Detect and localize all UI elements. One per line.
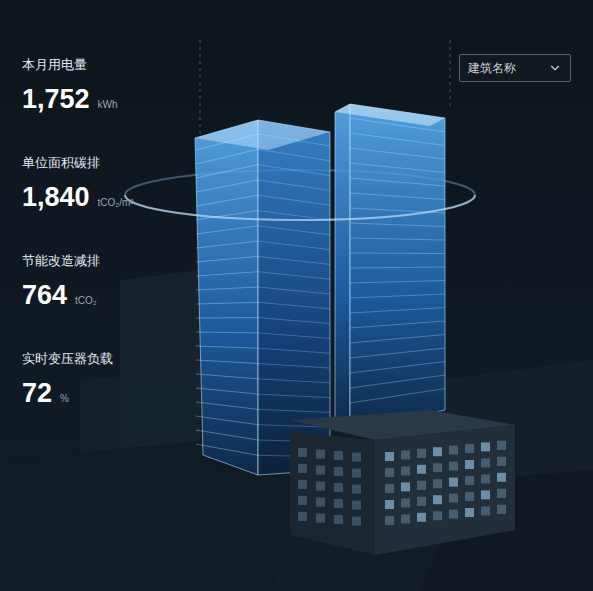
metric: 节能改造减排 764 tCO₂: [22, 252, 134, 312]
metric-value-row: 1,840 tCO₂/m²: [22, 180, 134, 214]
overlay: 本月用电量 1,752 kWh 单位面积碳排 1,840 tCO₂/m² 节能改造减排 764…: [0, 0, 593, 410]
metric: 本月用电量 1,752 kWh: [22, 56, 134, 116]
metric-unit: kWh: [98, 97, 118, 112]
metric-unit: tCO₂/m²: [98, 195, 134, 210]
metric-label: 节能改造减排: [22, 252, 134, 270]
metric: 单位面积碳排 1,840 tCO₂/m²: [22, 154, 134, 214]
metric-value-row: 764 tCO₂: [22, 278, 134, 312]
metric: 实时变压器负载 72%: [22, 350, 134, 410]
building-select-placeholder: 建筑名称: [468, 59, 516, 77]
metric-value-row: 1,752 kWh: [22, 82, 134, 116]
building-select[interactable]: 建筑名称: [459, 54, 571, 82]
metric-unit: %: [60, 391, 69, 406]
metric-label: 单位面积碳排: [22, 154, 134, 172]
metric-value: 72: [22, 376, 52, 410]
chevron-down-icon: [548, 61, 562, 75]
metrics-panel: 本月用电量 1,752 kWh 单位面积碳排 1,840 tCO₂/m² 节能改造减排 764…: [22, 56, 134, 410]
dashboard: 本月用电量 1,752 kWh 单位面积碳排 1,840 tCO₂/m² 节能改造减排 764…: [0, 0, 593, 591]
metric-unit: tCO₂: [75, 293, 97, 308]
metric-value: 1,840: [22, 180, 90, 214]
metric-value-row: 72%: [22, 376, 134, 410]
metric-value: 764: [22, 278, 67, 312]
metric-label: 本月用电量: [22, 56, 134, 74]
metric-value: 1,752: [22, 82, 90, 116]
metric-label: 实时变压器负载: [22, 350, 134, 368]
